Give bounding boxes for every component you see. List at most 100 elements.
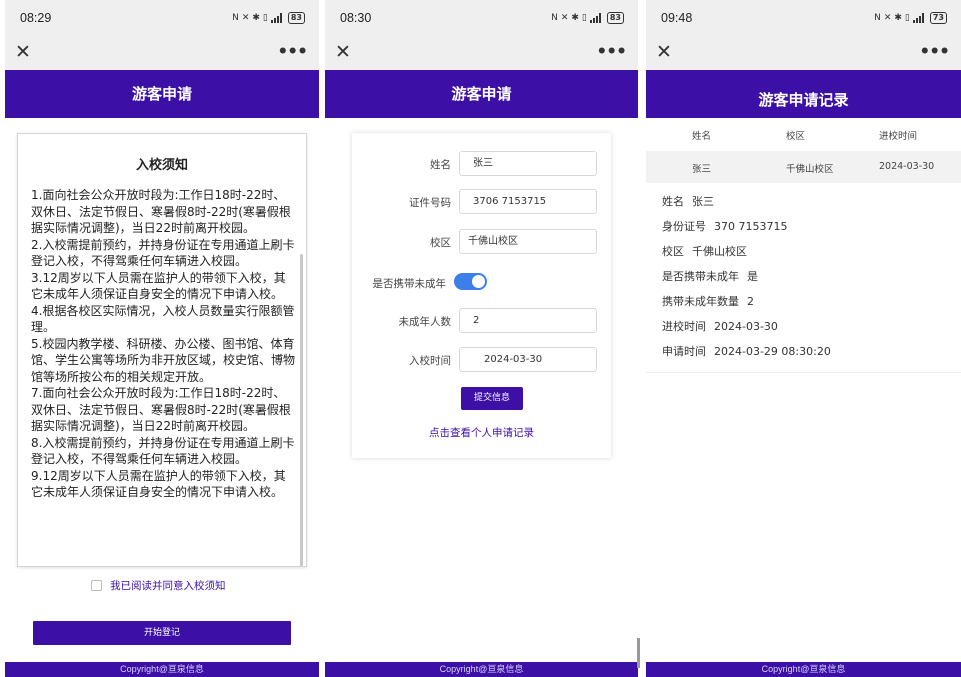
id-number-field[interactable]: 3706 7153715 xyxy=(459,189,597,214)
nfc-icon: N xyxy=(874,13,881,23)
more-icon[interactable]: ••• xyxy=(277,42,308,62)
battery-icon: 83 xyxy=(606,12,624,24)
close-icon[interactable]: ✕ xyxy=(335,41,351,63)
bluetooth-icon: ✱ xyxy=(252,13,260,23)
status-time: 09:48 xyxy=(661,11,693,25)
submit-button[interactable]: 提交信息 xyxy=(461,387,523,410)
nfc-icon: N xyxy=(232,13,239,23)
status-bar: 08:29 N ✕ ✱ ▯ 83 xyxy=(5,0,319,38)
close-icon[interactable]: ✕ xyxy=(15,41,31,63)
detail-label: 身份证号 xyxy=(662,220,706,233)
detail-label: 申请时间 xyxy=(662,345,706,358)
browser-nav-bar: ✕ ••• xyxy=(646,38,961,70)
vibrate-icon: ▯ xyxy=(904,13,910,23)
minor-count-row: 未成年人数 2 xyxy=(352,308,611,334)
date-label: 入校时间 xyxy=(409,355,451,367)
notice-title: 入校须知 xyxy=(135,158,188,173)
detail-label: 携带未成年数量 xyxy=(662,295,739,308)
detail-value: 是 xyxy=(747,270,758,283)
minor-row: 是否携带未成年 xyxy=(352,270,611,296)
start-register-button[interactable]: 开始登记 xyxy=(33,621,291,645)
bluetooth-icon: ✱ xyxy=(571,13,579,23)
records-table-header: 姓名 校区 进校时间 xyxy=(646,118,961,150)
battery-icon: 83 xyxy=(287,12,305,24)
scrollbar[interactable] xyxy=(300,254,303,566)
signal-icon xyxy=(270,13,282,23)
more-icon[interactable]: ••• xyxy=(919,42,950,62)
column-header-name: 姓名 xyxy=(692,131,712,142)
detail-label: 校区 xyxy=(662,245,684,258)
notice-paragraph: 3.12周岁以下人员需在监护人的带领下入校，其它未成年人须保证自身安全的情况下申… xyxy=(31,270,286,302)
mute-icon: ✕ xyxy=(883,13,892,23)
id-row: 证件号码 3706 7153715 xyxy=(352,189,611,215)
notice-body: 1.面向社会公众开放时段为:工作日18时-22时、双休日、法定节假日、寒暑假8时… xyxy=(18,187,306,501)
page-title: 游客申请 xyxy=(325,70,638,118)
record-detail: 姓名 张三 身份证号 370 7153715 校区 千佛山校区 是否携带未成年是 携带… xyxy=(662,195,839,370)
footer-copyright: Copyright@亘泉信息 xyxy=(5,662,319,677)
detail-value: 张三 xyxy=(692,195,714,208)
more-icon[interactable]: ••• xyxy=(596,42,627,62)
date-field[interactable]: 2024-03-30 xyxy=(459,347,597,372)
detail-value: 370 7153715 xyxy=(714,220,788,233)
notice-box[interactable]: 入校须知 1.面向社会公众开放时段为:工作日18时-22时、双休日、法定节假日、… xyxy=(17,133,307,567)
detail-label: 姓名 xyxy=(662,195,684,208)
notice-paragraph: 1.面向社会公众开放时段为:工作日18时-22时、双休日、法定节假日、寒暑假8时… xyxy=(31,188,291,235)
minor-count-label: 未成年人数 xyxy=(398,316,452,328)
agree-label[interactable]: 我已阅读并同意入校须知 xyxy=(110,578,226,593)
status-bar: 09:48 N ✕ ✱ ▯ 73 xyxy=(646,0,961,38)
mute-icon: ✕ xyxy=(560,13,569,23)
detail-label: 是否携带未成年 xyxy=(662,270,739,283)
footer-copyright: Copyright@亘泉信息 xyxy=(325,662,638,677)
signal-icon xyxy=(912,13,924,23)
divider xyxy=(646,372,961,373)
detail-row: 是否携带未成年是 xyxy=(662,270,839,295)
scrollbar[interactable] xyxy=(637,638,640,668)
detail-value: 2024-03-29 08:30:20 xyxy=(714,345,831,358)
detail-row: 申请时间 2024-03-29 08:30:20 xyxy=(662,345,839,370)
campus-select[interactable]: 千佛山校区 xyxy=(459,229,597,254)
cell-campus: 千佛山校区 xyxy=(786,164,834,175)
column-header-campus: 校区 xyxy=(786,131,806,142)
status-time: 08:29 xyxy=(20,11,52,25)
table-row[interactable]: 张三 千佛山校区 2024-03-30 xyxy=(646,151,961,183)
nfc-icon: N xyxy=(551,13,558,23)
vibrate-icon: ▯ xyxy=(262,13,268,23)
detail-value: 2024-03-30 xyxy=(714,320,778,333)
status-bar: 08:30 N ✕ ✱ ▯ 83 xyxy=(325,0,638,38)
detail-row: 姓名 张三 xyxy=(662,195,839,220)
detail-row: 携带未成年数量 2 xyxy=(662,295,839,320)
notice-paragraph: 8.入校需提前预约，并持身份证在专用通道上刷卡登记入校，不得驾乘任何车辆进入校园… xyxy=(31,435,295,467)
campus-label: 校区 xyxy=(430,237,451,249)
phone-screen-records: 09:48 N ✕ ✱ ▯ 73 ✕ ••• 游客申请记录 姓名 校区 进校时间… xyxy=(646,0,961,677)
application-form: 姓名 张三 证件号码 3706 7153715 校区 千佛山校区 是否携带未成年… xyxy=(352,133,611,458)
phone-screen-notice: 08:29 N ✕ ✱ ▯ 83 ✕ ••• 游客申请 入校须知 1.面向社会公… xyxy=(5,0,319,677)
agree-row[interactable]: 我已阅读并同意入校须知 xyxy=(91,578,226,593)
footer-copyright: Copyright@亘泉信息 xyxy=(646,662,961,677)
system-icons: N ✕ ✱ ▯ 83 xyxy=(551,12,624,24)
bluetooth-icon: ✱ xyxy=(894,13,902,23)
date-row: 入校时间 2024-03-30 xyxy=(352,347,611,373)
status-time: 08:30 xyxy=(340,11,372,25)
detail-label: 进校时间 xyxy=(662,320,706,333)
signal-icon xyxy=(589,13,601,23)
detail-value: 2 xyxy=(747,295,754,308)
browser-nav-bar: ✕ ••• xyxy=(5,38,319,70)
notice-paragraph: 4.根据各校区实际情况，入校人员数量实行限额管理。 xyxy=(31,303,295,335)
system-icons: N ✕ ✱ ▯ 83 xyxy=(232,12,305,24)
minor-toggle[interactable] xyxy=(454,273,487,290)
minor-count-field[interactable]: 2 xyxy=(459,308,597,333)
notice-paragraph: 7.面向社会公众开放时段为:工作日18时-22时、双休日、法定节假日、寒暑假8时… xyxy=(31,386,291,433)
page-title: 游客申请记录 xyxy=(646,70,961,118)
battery-icon: 73 xyxy=(929,12,947,24)
mute-icon: ✕ xyxy=(241,13,250,23)
detail-row: 身份证号 370 7153715 xyxy=(662,220,839,245)
view-records-link[interactable]: 点击查看个人申请记录 xyxy=(352,425,611,440)
system-icons: N ✕ ✱ ▯ 73 xyxy=(874,12,947,24)
name-field[interactable]: 张三 xyxy=(459,151,597,176)
id-label: 证件号码 xyxy=(409,197,451,209)
campus-row: 校区 千佛山校区 xyxy=(352,229,611,255)
detail-row: 校区 千佛山校区 xyxy=(662,245,839,270)
close-icon[interactable]: ✕ xyxy=(656,41,672,63)
minor-label: 是否携带未成年 xyxy=(372,278,447,290)
agree-checkbox[interactable] xyxy=(91,580,102,591)
